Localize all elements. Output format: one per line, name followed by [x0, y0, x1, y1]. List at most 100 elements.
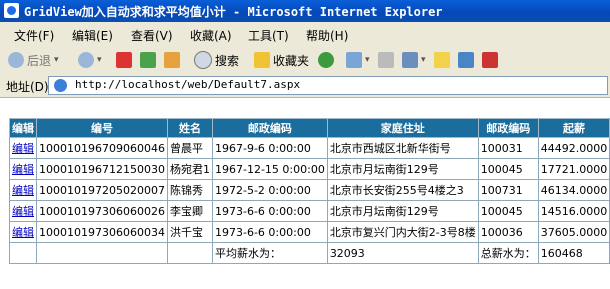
edit-link[interactable]: 编辑: [12, 184, 34, 197]
cell-name: 曾晨平: [166, 137, 213, 159]
cell-id: 100010196712150030: [36, 158, 168, 180]
edit-icon: [402, 52, 418, 68]
cell-address: 北京市月坛南街129号: [326, 158, 479, 180]
research-icon: [482, 52, 498, 68]
table-row: 编辑 100010197306060026 李宝卿 1973-6-6 0:00:…: [9, 200, 610, 222]
media-button[interactable]: [318, 50, 334, 70]
cell-zip: 100045: [477, 158, 539, 180]
edit-page-button[interactable]: ▾: [402, 50, 426, 70]
cell-address: 北京市长安街255号4楼之3: [326, 179, 479, 201]
gridview-table: 编辑 编号 姓名 邮政编码 家庭住址 邮政编码 起薪 编辑 1000101967…: [9, 118, 610, 264]
footer-empty: [9, 242, 37, 264]
cell-salary: 14516.0000: [537, 200, 610, 222]
cell-zip: 100031: [477, 137, 539, 159]
page-icon: [54, 79, 67, 92]
chevron-down-icon: ▾: [97, 55, 102, 65]
chevron-down-icon: ▾: [54, 55, 59, 65]
footer-avg-label: 平均薪水为：: [211, 242, 328, 264]
menu-view[interactable]: 查看(V): [131, 27, 173, 44]
forward-button[interactable]: ▾: [78, 50, 102, 70]
table-row: 编辑 100010196709060046 曾晨平 1967-9-6 0:00:…: [9, 137, 610, 159]
discuss-icon: [434, 52, 450, 68]
address-url: http://localhost/web/Default7.aspx: [75, 78, 301, 91]
window-titlebar[interactable]: GridView加入自动求和求平均值小计 - Microsoft Interne…: [0, 0, 610, 22]
table-row: 编辑 100010197306060034 洪千宝 1973-6-6 0:00:…: [9, 221, 610, 243]
cell-name: 陈锦秀: [166, 179, 213, 201]
messenger-button[interactable]: [458, 50, 474, 70]
edit-link[interactable]: 编辑: [12, 205, 34, 218]
col-header-name: 姓名: [166, 118, 213, 138]
footer-empty: [166, 242, 213, 264]
address-label: 地址(D): [6, 80, 49, 94]
col-header-zip: 邮政编码: [477, 118, 539, 138]
edit-link[interactable]: 编辑: [12, 226, 34, 239]
mail-button[interactable]: ▾: [346, 50, 370, 70]
menu-help[interactable]: 帮助(H): [306, 27, 348, 44]
footer-empty: [36, 242, 168, 264]
col-header-edit: 编辑: [9, 118, 37, 138]
research-button[interactable]: [482, 50, 498, 70]
cell-salary: 17721.0000: [537, 158, 610, 180]
cell-zip: 100731: [477, 179, 539, 201]
cell-id: 100010197306060026: [36, 200, 168, 222]
cell-address: 北京市月坛南街129号: [326, 200, 479, 222]
print-button[interactable]: [378, 50, 394, 70]
cell-name: 杨宛君1: [166, 158, 213, 180]
menu-bar: 文件(F) 编辑(E) 查看(V) 收藏(A) 工具(T) 帮助(H): [0, 22, 610, 47]
header-row: 编辑 编号 姓名 邮政编码 家庭住址 邮政编码 起薪: [9, 118, 610, 138]
favorites-button[interactable]: 收藏夹: [254, 50, 309, 70]
refresh-icon: [140, 52, 156, 68]
stop-icon: [116, 52, 132, 68]
cell-zip: 100036: [477, 221, 539, 243]
cell-zip: 100045: [477, 200, 539, 222]
messenger-icon: [458, 52, 474, 68]
chevron-down-icon: ▾: [365, 55, 370, 65]
cell-birth: 1967-12-15 0:00:00: [211, 158, 328, 180]
cell-birth: 1967-9-6 0:00:00: [211, 137, 328, 159]
cell-birth: 1973-6-6 0:00:00: [211, 200, 328, 222]
ie-icon: [4, 3, 19, 18]
menu-edit[interactable]: 编辑(E): [72, 27, 113, 44]
footer-total-value: 160468: [537, 242, 610, 264]
menu-favorites[interactable]: 收藏(A): [190, 27, 232, 44]
home-button[interactable]: [164, 50, 180, 70]
star-icon: [254, 52, 270, 68]
address-input[interactable]: http://localhost/web/Default7.aspx: [48, 76, 608, 95]
edit-link[interactable]: 编辑: [12, 163, 34, 176]
cell-address: 北京市复兴门内大街2-3号8楼: [326, 221, 479, 243]
toolbar: 后退 ▾ ▾ 搜索 收藏夹 ▾ ▾: [0, 46, 610, 75]
menu-tools[interactable]: 工具(T): [248, 27, 289, 44]
col-header-salary: 起薪: [537, 118, 610, 138]
chevron-down-icon: ▾: [421, 55, 426, 65]
col-header-id: 编号: [36, 118, 168, 138]
forward-arrow-icon: [78, 52, 94, 68]
stop-button[interactable]: [116, 50, 132, 70]
cell-salary: 46134.0000: [537, 179, 610, 201]
cell-birth: 1972-5-2 0:00:00: [211, 179, 328, 201]
cell-birth: 1973-6-6 0:00:00: [211, 221, 328, 243]
cell-name: 洪千宝: [166, 221, 213, 243]
mail-icon: [346, 52, 362, 68]
footer-row: 平均薪水为： 32093 总薪水为： 160468: [9, 242, 610, 264]
menu-file[interactable]: 文件(F): [14, 27, 54, 44]
cell-salary: 37605.0000: [537, 221, 610, 243]
search-label: 搜索: [215, 53, 240, 68]
table-row: 编辑 100010196712150030 杨宛君1 1967-12-15 0:…: [9, 158, 610, 180]
search-button[interactable]: 搜索: [194, 50, 239, 70]
window-title: GridView加入自动求和求平均值小计 - Microsoft Interne…: [24, 5, 443, 19]
discuss-button[interactable]: [434, 50, 450, 70]
back-arrow-icon: [8, 52, 24, 68]
footer-total-label: 总薪水为：: [477, 242, 539, 264]
cell-id: 100010197205020007: [36, 179, 168, 201]
cell-id: 100010197306060034: [36, 221, 168, 243]
back-label: 后退: [27, 53, 52, 68]
media-icon: [318, 52, 334, 68]
favorites-label: 收藏夹: [273, 53, 310, 68]
search-icon: [194, 51, 212, 69]
refresh-button[interactable]: [140, 50, 156, 70]
back-button[interactable]: 后退 ▾: [8, 50, 59, 70]
cell-name: 李宝卿: [166, 200, 213, 222]
col-header-address: 家庭住址: [326, 118, 479, 138]
edit-link[interactable]: 编辑: [12, 142, 34, 155]
cell-address: 北京市西城区北新华街号: [326, 137, 479, 159]
